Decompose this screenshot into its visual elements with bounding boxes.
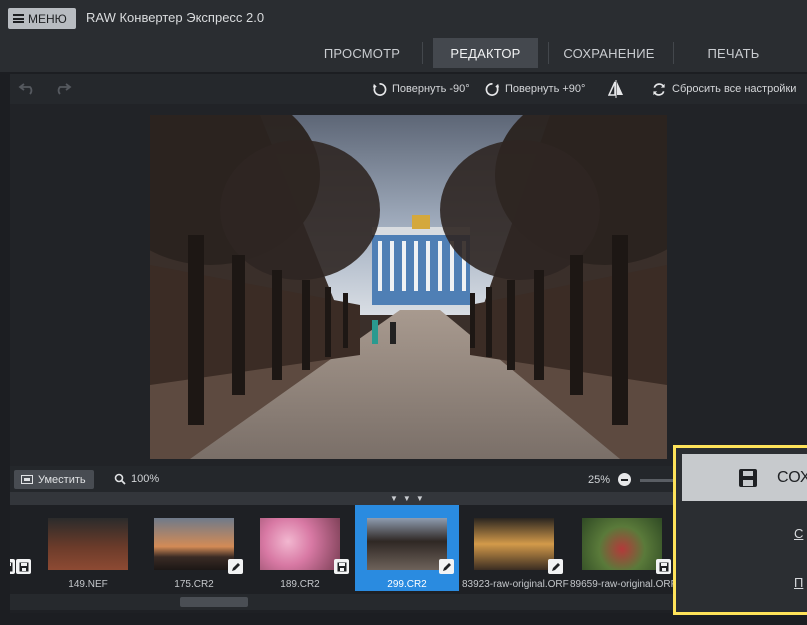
filmstrip-item[interactable]: 83923-raw-original.ORF xyxy=(462,505,569,591)
save-icon xyxy=(656,559,671,574)
thumbnail-caption: 175.CR2 xyxy=(174,579,214,590)
editor-toolbar: Повернуть -90° Повернуть +90° Сбросить в… xyxy=(10,74,807,104)
zoom-percent: 25% xyxy=(588,474,611,486)
tab-editor[interactable]: РЕДАКТОР xyxy=(433,38,538,68)
filmstrip-scroll-thumb[interactable] xyxy=(180,597,248,607)
rotate-right-button[interactable]: Повернуть +90° xyxy=(485,80,585,98)
save-button-label: СОХР xyxy=(777,469,807,486)
actual-size-button[interactable]: 100% xyxy=(114,473,159,485)
rotate-left-label: Повернуть -90° xyxy=(392,83,470,95)
rotate-right-label: Повернуть +90° xyxy=(505,83,586,95)
main-photo[interactable] xyxy=(150,115,667,459)
filmstrip-item[interactable]: 189.CR2 xyxy=(248,505,352,591)
fit-button[interactable]: Уместить xyxy=(14,470,94,489)
save-option-link[interactable]: П xyxy=(794,575,803,590)
thumbnail-image xyxy=(260,518,340,570)
thumbnail-caption: 149.NEF xyxy=(68,579,108,590)
filmstrip-scrollbar[interactable] xyxy=(10,594,675,610)
fit-icon xyxy=(21,475,33,484)
save-panel: СОХР С П xyxy=(673,445,807,615)
thumbnail-image xyxy=(48,518,128,570)
thumbnail-image xyxy=(474,518,554,570)
fit-button-label: Уместить xyxy=(38,473,86,486)
tab-view[interactable]: ПРОСМОТР xyxy=(312,38,412,68)
zoom-out-button[interactable] xyxy=(618,473,631,486)
tab-divider xyxy=(548,42,549,64)
filmstrip-item[interactable] xyxy=(10,505,18,591)
save-icon xyxy=(16,559,31,574)
thumbnail-image xyxy=(582,518,662,570)
tab-save[interactable]: СОХРАНЕНИЕ xyxy=(555,38,663,68)
rotate-left-button[interactable]: Повернуть -90° xyxy=(372,80,470,98)
rotate-right-icon xyxy=(485,82,500,96)
expand-dots-icon: ▼▼▼ xyxy=(390,494,429,503)
thumbnail-caption: 89659-raw-original.ORF xyxy=(570,579,675,590)
photo-alley-palace xyxy=(150,115,667,459)
thumbnail-caption: 299.CR2 xyxy=(387,579,427,590)
save-icon xyxy=(334,559,349,574)
save-icon xyxy=(10,559,15,574)
menu-button[interactable]: МЕНЮ xyxy=(8,8,76,29)
thumbnail-caption: 189.CR2 xyxy=(280,579,320,590)
tab-print[interactable]: ПЕЧАТЬ xyxy=(686,38,781,68)
actual-size-label: 100% xyxy=(131,473,160,485)
thumbnail-image xyxy=(154,518,234,570)
edit-icon xyxy=(439,559,454,574)
flip-button[interactable] xyxy=(608,80,624,98)
filmstrip-item[interactable]: 175.CR2 xyxy=(142,505,246,591)
tab-divider xyxy=(673,42,674,64)
rotate-left-icon xyxy=(372,82,387,96)
title-bar: МЕНЮ RAW Конвертер Экспресс 2.0 xyxy=(0,0,807,36)
reset-all-label: Сбросить все настройки xyxy=(672,83,797,95)
undo-icon[interactable] xyxy=(18,81,38,95)
edit-icon xyxy=(548,559,563,574)
filmstrip-item[interactable]: 89659-raw-original.ORF xyxy=(570,505,675,591)
floppy-disk-icon xyxy=(739,469,757,487)
thumbnail-image xyxy=(367,518,447,570)
filmstrip-item-selected[interactable]: 299.CR2 xyxy=(355,505,459,591)
reset-all-button[interactable]: Сбросить все настройки xyxy=(651,80,796,98)
hamburger-icon xyxy=(13,14,24,23)
menu-button-label: МЕНЮ xyxy=(28,11,67,26)
edit-icon xyxy=(228,559,243,574)
app-title: RAW Конвертер Экспресс 2.0 xyxy=(86,10,265,25)
redo-icon[interactable] xyxy=(52,81,72,95)
save-option-link[interactable]: С xyxy=(794,526,803,541)
tab-divider xyxy=(422,42,423,64)
filmstrip-item[interactable]: 149.NEF xyxy=(16,505,140,591)
magnifier-icon xyxy=(114,473,126,485)
mode-tabs: ПРОСМОТР РЕДАКТОР СОХРАНЕНИЕ ПЕЧАТЬ xyxy=(0,36,807,72)
save-button[interactable]: СОХР xyxy=(682,454,807,501)
flip-icon xyxy=(608,80,623,98)
reset-icon xyxy=(653,82,665,96)
thumbnail-caption: 83923-raw-original.ORF xyxy=(462,579,569,590)
zoom-slider[interactable] xyxy=(640,479,674,482)
